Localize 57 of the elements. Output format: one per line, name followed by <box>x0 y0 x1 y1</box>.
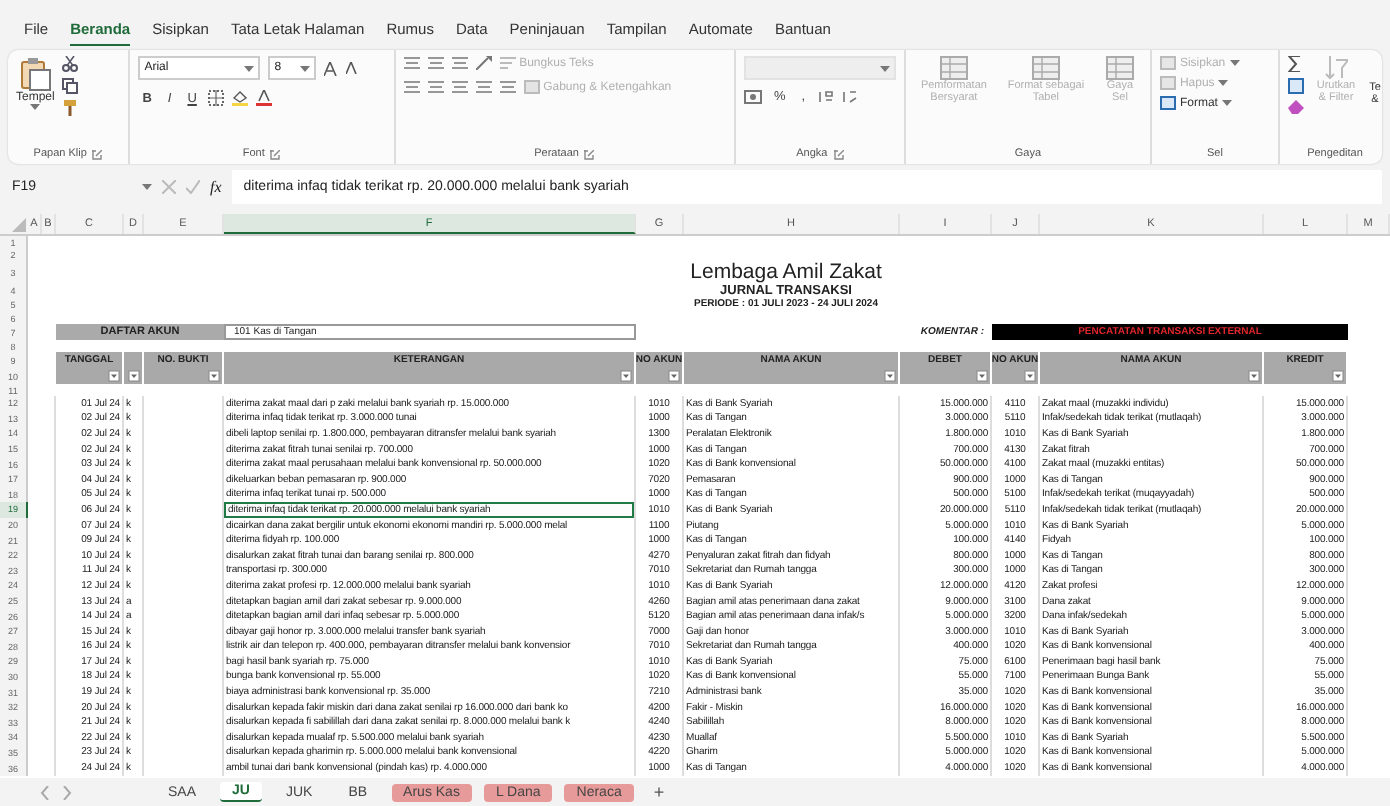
filter-dropdown-icon[interactable] <box>1332 370 1344 382</box>
caret-icon <box>1218 80 1229 86</box>
grow-font-icon[interactable] <box>324 61 339 75</box>
filter-dropdown-icon[interactable] <box>208 370 220 382</box>
fill-icon[interactable] <box>1288 78 1304 94</box>
dialog-launcher-icon[interactable] <box>833 149 844 159</box>
number-format-field[interactable] <box>743 56 896 80</box>
caret-icon <box>142 184 152 190</box>
wrap-text-icon <box>499 56 516 70</box>
font-color-icon[interactable] <box>256 90 273 106</box>
filter-dropdown-icon[interactable] <box>108 370 120 382</box>
decrease-indent-icon[interactable] <box>475 80 492 94</box>
caret-icon <box>879 65 890 71</box>
caret-icon <box>1229 60 1240 66</box>
autosum-icon[interactable] <box>1288 56 1302 72</box>
copy-icon[interactable] <box>62 78 81 94</box>
sheet-title: Lembaga Amil Zakat <box>688 260 884 284</box>
filter-dropdown-icon[interactable] <box>1248 370 1260 382</box>
align-left-icon[interactable] <box>403 80 420 94</box>
merge-cells-icon <box>523 80 540 94</box>
increase-indent-icon[interactable] <box>499 80 516 94</box>
shrink-font-icon[interactable] <box>346 62 359 74</box>
align-top-icon[interactable] <box>403 56 420 70</box>
filter-dropdown-icon[interactable] <box>620 370 632 382</box>
insert-function-button[interactable]: fx <box>210 178 222 196</box>
caret-icon <box>244 65 255 71</box>
filter-dropdown-icon[interactable] <box>884 370 896 382</box>
align-bottom-icon[interactable] <box>451 56 468 70</box>
scissors-icon[interactable] <box>62 56 79 72</box>
add-sheet-button[interactable]: + <box>645 782 673 802</box>
table-grid-icon <box>1105 56 1134 80</box>
filter-dropdown-icon[interactable] <box>128 370 140 382</box>
decrease-decimal-icon[interactable] <box>841 90 858 104</box>
eraser-icon[interactable] <box>1288 100 1304 114</box>
filter-dropdown-icon[interactable] <box>668 370 680 382</box>
orientation-icon[interactable] <box>475 56 492 70</box>
align-center-icon[interactable] <box>427 80 444 94</box>
clipboard-icon <box>17 56 54 92</box>
sort-filter-icon <box>1324 56 1348 80</box>
check-icon[interactable] <box>186 180 200 194</box>
fill-color-icon[interactable] <box>232 90 249 106</box>
filter-dropdown-icon[interactable] <box>1024 370 1036 382</box>
table-grid-icon <box>939 56 968 80</box>
caret-icon <box>1221 100 1232 106</box>
dialog-launcher-icon[interactable] <box>270 149 281 159</box>
dialog-launcher-icon[interactable] <box>584 149 595 159</box>
format-painter-icon[interactable] <box>62 100 79 116</box>
dialog-launcher-icon[interactable] <box>92 149 103 159</box>
borders-icon[interactable] <box>208 90 225 106</box>
increase-decimal-icon[interactable] <box>817 90 834 104</box>
filter-dropdown-icon[interactable] <box>976 370 988 382</box>
align-middle-icon[interactable] <box>427 56 444 70</box>
align-right-icon[interactable] <box>451 80 468 94</box>
caret-icon <box>30 104 41 110</box>
table-grid-icon <box>1031 56 1060 80</box>
caret-icon <box>300 65 311 71</box>
currency-icon[interactable] <box>743 90 762 104</box>
